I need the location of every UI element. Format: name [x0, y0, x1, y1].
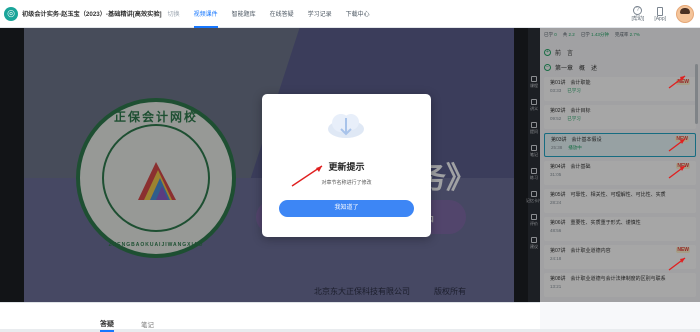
tab-notes[interactable]: 笔记: [141, 319, 154, 329]
update-notice-dialog: 更新提示 对章节名称进行了修改 我知道了: [262, 94, 431, 237]
help-button[interactable]: ? [帮助]: [631, 6, 645, 22]
help-label: [帮助]: [631, 16, 645, 22]
help-icon: ?: [633, 6, 643, 15]
annotation-arrow: [291, 165, 323, 187]
tab-video-courseware[interactable]: 视频课件: [193, 0, 218, 28]
dialog-title: 更新提示: [328, 162, 365, 172]
course-title: 初级会计实务-赵玉宝（2023）-基础精讲[高效实验]: [22, 11, 162, 18]
got-it-button[interactable]: 我知道了: [279, 200, 414, 217]
tab-download-center[interactable]: 下载中心: [346, 0, 370, 28]
top-bar: ◎ 初级会计实务-赵玉宝（2023）-基础精讲[高效实验] 切换 视频课件 智能…: [0, 0, 700, 28]
avatar[interactable]: [676, 5, 694, 23]
switch-course-link[interactable]: 切换: [168, 9, 180, 18]
tab-question-bank[interactable]: 智能题库: [232, 0, 256, 28]
cloud-download-icon: [328, 114, 364, 138]
phone-icon: [657, 6, 664, 16]
bottom-tab-bar: 答疑 笔记: [0, 302, 540, 332]
tab-online-qa[interactable]: 在线答疑: [270, 0, 294, 28]
app-button[interactable]: [App]: [654, 6, 666, 22]
annotation-arrow-new-1: [668, 75, 686, 89]
app-label: [App]: [654, 15, 666, 22]
annotation-arrow-new-3: [668, 165, 686, 179]
logo-icon: ◎: [4, 6, 18, 21]
annotation-arrow-new-2: [668, 138, 686, 152]
dialog-message: 对章节名称进行了修改: [321, 180, 372, 186]
tab-qa[interactable]: 答疑: [100, 319, 114, 332]
annotation-arrow-new-4: [668, 257, 686, 271]
tab-study-record[interactable]: 学习记录: [308, 0, 332, 28]
